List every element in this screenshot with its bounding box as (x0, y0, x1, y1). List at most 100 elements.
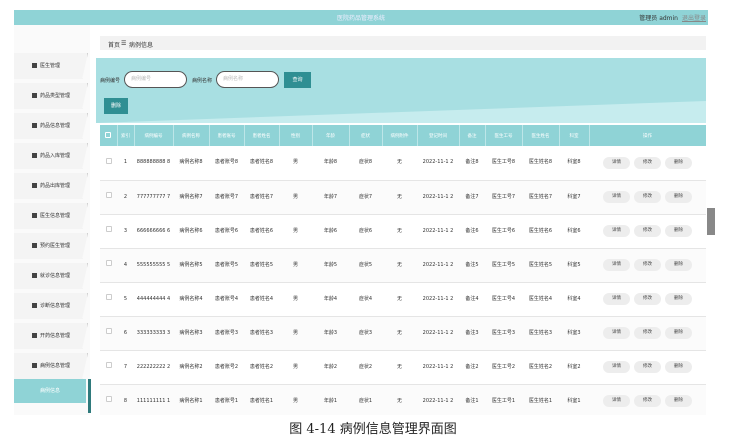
delete-row-button[interactable]: 删除 (665, 225, 692, 237)
sidebar-item-label: 病例信息管理 (40, 363, 71, 369)
row-checkbox[interactable] (100, 214, 117, 249)
detail-button[interactable]: 详情 (603, 191, 630, 203)
breadcrumb-home[interactable]: 首页 (108, 40, 120, 49)
actions-cell: 详情 修改 删除 (589, 350, 706, 385)
edit-button[interactable]: 修改 (634, 395, 661, 407)
edit-button[interactable]: 修改 (634, 259, 661, 271)
table-cell: 医生工号6 (485, 214, 522, 249)
table-header-row: 索引 病例编号 病例名称 患者账号 患者姓名 性别 年龄 症状 病例附件 登记时… (100, 125, 706, 146)
detail-button[interactable]: 详情 (603, 156, 630, 169)
actions-cell: 详情 修改 删除 (589, 282, 706, 317)
table-cell: 2022-11-1 2 (417, 146, 459, 181)
detail-button[interactable]: 详情 (603, 293, 630, 305)
table-cell: 患者账号5 (209, 248, 244, 283)
row-checkbox[interactable] (100, 384, 117, 415)
table-cell: 病例名称3 (173, 316, 209, 351)
row-checkbox[interactable] (100, 146, 117, 181)
sidebar-item-diagnosis[interactable]: 诊断信息管理 (14, 293, 88, 319)
table-cell: 医生工号7 (485, 180, 522, 215)
delete-row-button[interactable]: 删除 (665, 327, 692, 339)
sidebar-item-visit-info[interactable]: 就诊信息管理 (14, 263, 88, 289)
edit-button[interactable]: 修改 (634, 361, 661, 373)
delete-row-button[interactable]: 删除 (665, 361, 692, 373)
table-cell: 患者账号4 (209, 282, 244, 317)
edit-button[interactable]: 修改 (634, 327, 661, 339)
delete-row-button[interactable]: 删除 (665, 293, 692, 305)
table-cell: 科室6 (559, 214, 589, 249)
table-cell: 2022-11-1 2 (417, 350, 459, 385)
admin-label: 管理员 admin (639, 15, 678, 22)
table-cell: 科室5 (559, 248, 589, 283)
delete-row-button[interactable]: 删除 (665, 395, 692, 407)
delete-row-button[interactable]: 删除 (665, 156, 692, 169)
table-cell: 3 (117, 214, 134, 249)
row-checkbox[interactable] (100, 350, 117, 385)
detail-button[interactable]: 详情 (603, 361, 630, 373)
breadcrumb-current: 病例信息 (129, 42, 154, 49)
table-cell: 医生工号8 (485, 146, 522, 181)
table-cell: 科室3 (559, 316, 589, 351)
table-cell: 病例名称2 (173, 350, 209, 385)
table-cell: 医生工号1 (485, 384, 522, 415)
sidebar-scrollbar[interactable] (88, 379, 91, 413)
table-cell: 病例名称5 (173, 248, 209, 283)
table-cell: 患者姓名8 (244, 146, 279, 181)
table-cell: 病例名称1 (173, 384, 209, 415)
edit-button[interactable]: 修改 (634, 156, 661, 169)
table-cell: 6 (117, 316, 134, 351)
table-cell: 医生姓名2 (522, 350, 559, 385)
edit-button[interactable]: 修改 (634, 191, 661, 203)
sidebar-item-drug-info[interactable]: 药品信息管理 (14, 113, 88, 139)
detail-button[interactable]: 详情 (603, 259, 630, 271)
delete-row-button[interactable]: 删除 (665, 259, 692, 271)
sidebar-item-drug-inbound[interactable]: 药品入库管理 (14, 143, 88, 169)
row-checkbox[interactable] (100, 282, 117, 317)
table-cell: 无 (382, 180, 417, 215)
actions-cell: 详情 修改 删除 (589, 384, 706, 415)
case-number-input[interactable]: 病例编号 (124, 71, 187, 88)
col-header: 病例附件 (382, 125, 418, 146)
table-row: 8 111111111 1 病例名称1 患者账号1 患者姓名1 男年龄1 症状1 无 2022-… (100, 384, 706, 415)
row-checkbox[interactable] (100, 180, 117, 215)
delete-row-button[interactable]: 删除 (665, 191, 692, 203)
row-checkbox[interactable] (100, 316, 117, 351)
case-name-input[interactable]: 病例名称 (216, 71, 279, 88)
table-cell: 医生姓名4 (522, 282, 559, 317)
sidebar-item-drug-type[interactable]: 药品类型管理 (14, 83, 88, 109)
sidebar-item-prescription[interactable]: 开药信息管理 (14, 323, 88, 349)
table-cell: 8 (117, 384, 134, 415)
detail-button[interactable]: 详情 (603, 327, 630, 339)
detail-button[interactable]: 详情 (603, 395, 630, 407)
edit-button[interactable]: 修改 (634, 293, 661, 305)
grid-icon (32, 363, 37, 368)
table-cell: 医生工号2 (485, 350, 522, 385)
sidebar-item-drug-outbound[interactable]: 药品出库管理 (14, 173, 88, 199)
table-row: 3 666666666 6 病例名称6 患者账号6 患者姓名6 男年龄6 症状6 无 2022-… (100, 214, 706, 249)
detail-button[interactable]: 详情 (603, 225, 630, 237)
table-cell: 备注5 (459, 248, 485, 283)
page-scrollbar[interactable] (707, 208, 715, 235)
table-cell: 555555555 5 (134, 248, 173, 283)
table-cell: 症状3 (349, 316, 382, 351)
table-cell: 4 (117, 248, 134, 283)
sidebar-item-doctor-info[interactable]: 医生信息管理 (14, 203, 88, 229)
table-cell: 患者姓名2 (244, 350, 279, 385)
table-cell: 医生姓名1 (522, 384, 559, 415)
table-cell: 备注4 (459, 282, 485, 317)
sidebar: 医生管理 药品类型管理 药品信息管理 药品入库管理 药品出库管理 医生信息管理 … (14, 25, 90, 415)
sidebar-item-case-info-active[interactable]: 病例信息 (14, 379, 86, 403)
delete-button[interactable]: 删除 (104, 98, 128, 114)
sidebar-item-doctor[interactable]: 医生管理 (14, 53, 88, 79)
select-all-checkbox[interactable] (100, 125, 118, 146)
edit-button[interactable]: 修改 (634, 225, 661, 237)
sidebar-item-appointment[interactable]: 预约医生管理 (14, 233, 88, 259)
table-cell: 备注1 (459, 384, 485, 415)
table-cell: 科室1 (559, 384, 589, 415)
table-cell: 症状8 (349, 146, 382, 181)
query-button[interactable]: 查询 (284, 72, 311, 88)
row-checkbox[interactable] (100, 248, 117, 283)
doctor-icon (32, 63, 37, 68)
sidebar-item-case[interactable]: 病例信息管理 (14, 353, 88, 379)
table-cell: 备注3 (459, 316, 485, 351)
logout-link[interactable]: 退出登录 (682, 13, 706, 22)
